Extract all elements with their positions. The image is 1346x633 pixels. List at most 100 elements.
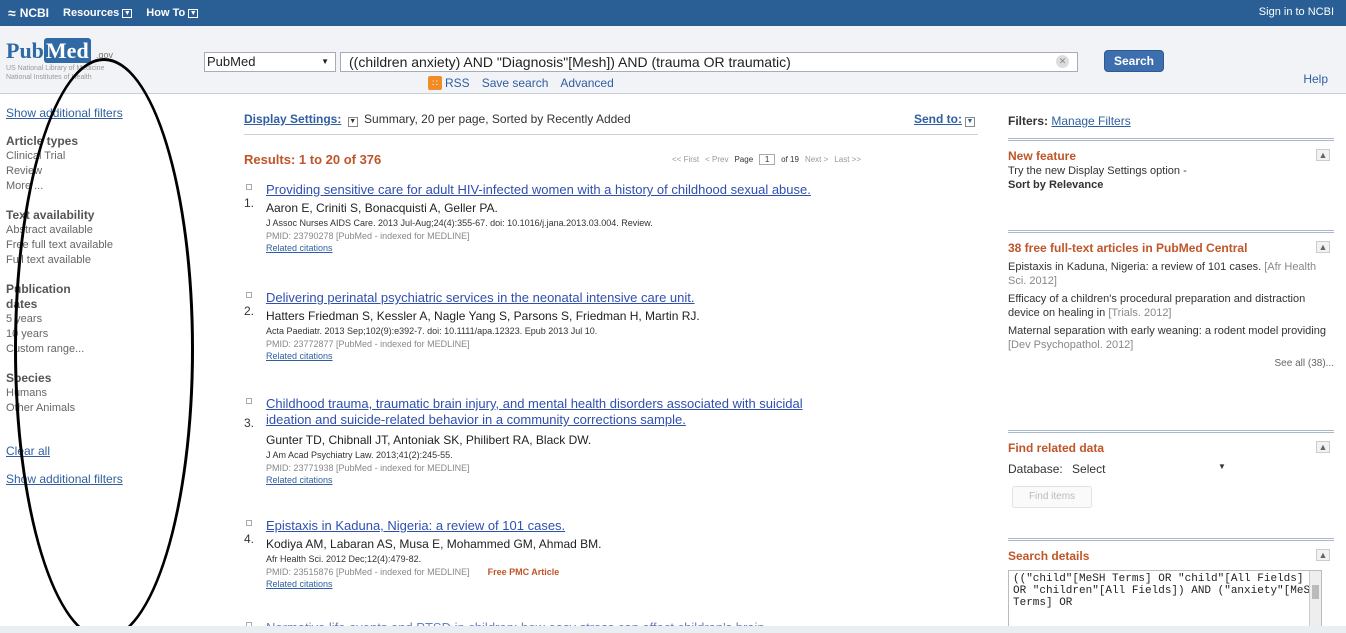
save-search-link[interactable]: Save search [482, 76, 549, 90]
box-title: New feature [1008, 149, 1077, 163]
filter-10-years[interactable]: 10 years [6, 327, 185, 342]
filter-group-text-availability: Text availability Abstract available Fre… [0, 208, 185, 268]
chevron-down-icon[interactable]: ▼ [347, 117, 358, 127]
next-page-link[interactable]: Next > [805, 155, 828, 164]
filter-group-title: Publication dates [6, 282, 71, 311]
result-title-link[interactable]: Delivering perinatal psychiatric service… [266, 290, 986, 306]
filter-humans[interactable]: Humans [6, 386, 185, 401]
last-page-link[interactable]: Last >> [834, 155, 861, 164]
box-title: Find related data [1008, 441, 1105, 455]
howto-menu[interactable]: How To ▼ [146, 7, 199, 19]
result-number: 2. [244, 304, 255, 318]
database-select-value: PubMed [207, 54, 256, 69]
result-number: 4. [244, 532, 255, 546]
related-citations-link[interactable]: Related citations [266, 243, 333, 253]
free-pmc-badge[interactable]: Free PMC Article [488, 567, 560, 577]
resources-menu[interactable]: Resources ▼ [63, 7, 133, 19]
search-button[interactable]: Search [1104, 50, 1164, 72]
related-citations-link[interactable]: Related citations [266, 351, 333, 361]
search-details-textarea[interactable]: (("child"[MeSH Terms] OR "child"[All Fie… [1008, 570, 1322, 630]
database-label: Database: [1008, 462, 1063, 476]
result-pmid: PMID: 23771938 [PubMed - indexed for MED… [266, 463, 470, 473]
ncbi-logo[interactable]: ≈ NCBI [8, 5, 49, 21]
pmc-article-link[interactable]: Epistaxis in Kaduna, Nigeria: a review o… [1008, 260, 1334, 288]
filter-more[interactable]: More ... [6, 179, 185, 194]
pubmed-logo[interactable]: PubMed .gov US National Library of Medic… [6, 38, 186, 81]
chevron-down-icon: ▼ [965, 117, 975, 127]
collapse-icon[interactable]: ▲ [1316, 241, 1330, 253]
result-checkbox[interactable] [246, 184, 252, 190]
divider [244, 134, 978, 135]
filter-custom-range[interactable]: Custom range... [6, 342, 185, 357]
pmc-box: 38 free full-text articles in PubMed Cen… [1008, 230, 1334, 410]
result-journal: J Assoc Nurses AIDS Care. 2013 Jul-Aug;2… [266, 218, 653, 228]
ncbi-logo-icon: ≈ [8, 5, 16, 21]
collapse-icon[interactable]: ▲ [1316, 441, 1330, 453]
result-journal: Afr Health Sci. 2012 Dec;12(4):479-82. [266, 554, 422, 564]
result-checkbox[interactable] [246, 292, 252, 298]
result-pmid: PMID: 23515876 [PubMed - indexed for MED… [266, 567, 560, 577]
help-link[interactable]: Help [1303, 72, 1328, 86]
box-title: Search details [1008, 549, 1090, 563]
result-journal: J Am Acad Psychiatry Law. 2013;41(2):245… [266, 450, 453, 460]
new-feature-text: Try the new Display Settings option - [1008, 165, 1187, 177]
pmc-article-link[interactable]: Efficacy of a children's procedural prep… [1008, 292, 1334, 320]
pmc-article-link[interactable]: Maternal separation with early weaning: … [1008, 324, 1334, 352]
clear-search-icon[interactable]: ✕ [1056, 55, 1069, 68]
howto-label: How To [146, 7, 186, 19]
find-items-button[interactable]: Find items [1012, 486, 1092, 508]
filters-row: Filters: Manage Filters [1008, 114, 1131, 128]
first-page-link[interactable]: << First [672, 155, 699, 164]
result-journal: Acta Paediatr. 2013 Sep;102(9):e392-7. d… [266, 326, 598, 336]
resources-label: Resources [63, 7, 120, 19]
sign-in-link[interactable]: Sign in to NCBI [1259, 6, 1334, 18]
result-number: 1. [244, 196, 255, 210]
related-citations-link[interactable]: Related citations [266, 579, 333, 589]
scrollbar[interactable] [1309, 571, 1321, 629]
rss-link[interactable]: RSS [445, 76, 470, 90]
chevron-down-icon: ▼ [122, 8, 133, 18]
filter-group-species: Species Humans Other Animals [0, 371, 185, 416]
filter-group-article-types: Article types Clinical Trial Review More… [0, 134, 185, 194]
result-title-link[interactable]: Childhood trauma, traumatic brain injury… [266, 396, 986, 428]
result-authors: Gunter TD, Chibnall JT, Antoniak SK, Phi… [266, 433, 592, 447]
filter-group-title: Text availability [6, 208, 95, 222]
prev-page-link[interactable]: < Prev [705, 155, 728, 164]
filter-full-text[interactable]: Full text available [6, 253, 185, 268]
see-all-link[interactable]: See all (38)... [1008, 358, 1334, 369]
filter-other-animals[interactable]: Other Animals [6, 401, 185, 416]
related-citations-link[interactable]: Related citations [266, 475, 333, 485]
collapse-icon[interactable]: ▲ [1316, 549, 1330, 561]
search-input[interactable]: ((children anxiety) AND "Diagnosis"[Mesh… [340, 52, 1078, 72]
box-title[interactable]: 38 free full-text articles in PubMed Cen… [1008, 241, 1288, 256]
manage-filters-link[interactable]: Manage Filters [1051, 114, 1130, 128]
result-authors: Aaron E, Criniti S, Bonacquisti A, Gelle… [266, 201, 498, 215]
chevron-down-icon: ▼ [321, 57, 329, 66]
result-checkbox[interactable] [246, 398, 252, 404]
filter-free-full-text[interactable]: Free full text available [6, 238, 185, 253]
chevron-down-icon: ▼ [1218, 462, 1226, 471]
filter-5-years[interactable]: 5 years [6, 312, 185, 327]
result-title-link[interactable]: Epistaxis in Kaduna, Nigeria: a review o… [266, 518, 986, 534]
result-pmid: PMID: 23790278 [PubMed - indexed for MED… [266, 231, 470, 241]
clear-all-link[interactable]: Clear all [0, 444, 185, 458]
nlm-subtitle-1: US National Library of Medicine [6, 65, 105, 72]
send-to-menu[interactable]: Send to: ▼ [914, 112, 978, 127]
show-additional-filters-bottom[interactable]: Show additional filters [0, 472, 185, 486]
advanced-search-link[interactable]: Advanced [560, 76, 613, 90]
database-select[interactable]: PubMed ▼ [204, 52, 336, 72]
filter-abstract-available[interactable]: Abstract available [6, 223, 185, 238]
collapse-icon[interactable]: ▲ [1316, 149, 1330, 161]
show-additional-filters-top[interactable]: Show additional filters [0, 106, 185, 120]
page-number-input[interactable]: 1 [759, 154, 776, 165]
result-pmid: PMID: 23772877 [PubMed - indexed for MED… [266, 339, 470, 349]
filter-clinical-trial[interactable]: Clinical Trial [6, 149, 185, 164]
filter-review[interactable]: Review [6, 164, 185, 179]
filter-group-publication-dates: Publication dates 5 years 10 years Custo… [0, 282, 185, 357]
result-checkbox[interactable] [246, 520, 252, 526]
search-details-box: Search details ▲ (("child"[MeSH Terms] O… [1008, 538, 1334, 633]
display-settings-link[interactable]: Display Settings: [244, 112, 341, 126]
sort-relevance-link[interactable]: Sort by Relevance [1008, 178, 1334, 192]
database-select-row[interactable]: Database: Select ▼ [1008, 462, 1334, 476]
result-title-link[interactable]: Providing sensitive care for adult HIV-i… [266, 182, 986, 198]
